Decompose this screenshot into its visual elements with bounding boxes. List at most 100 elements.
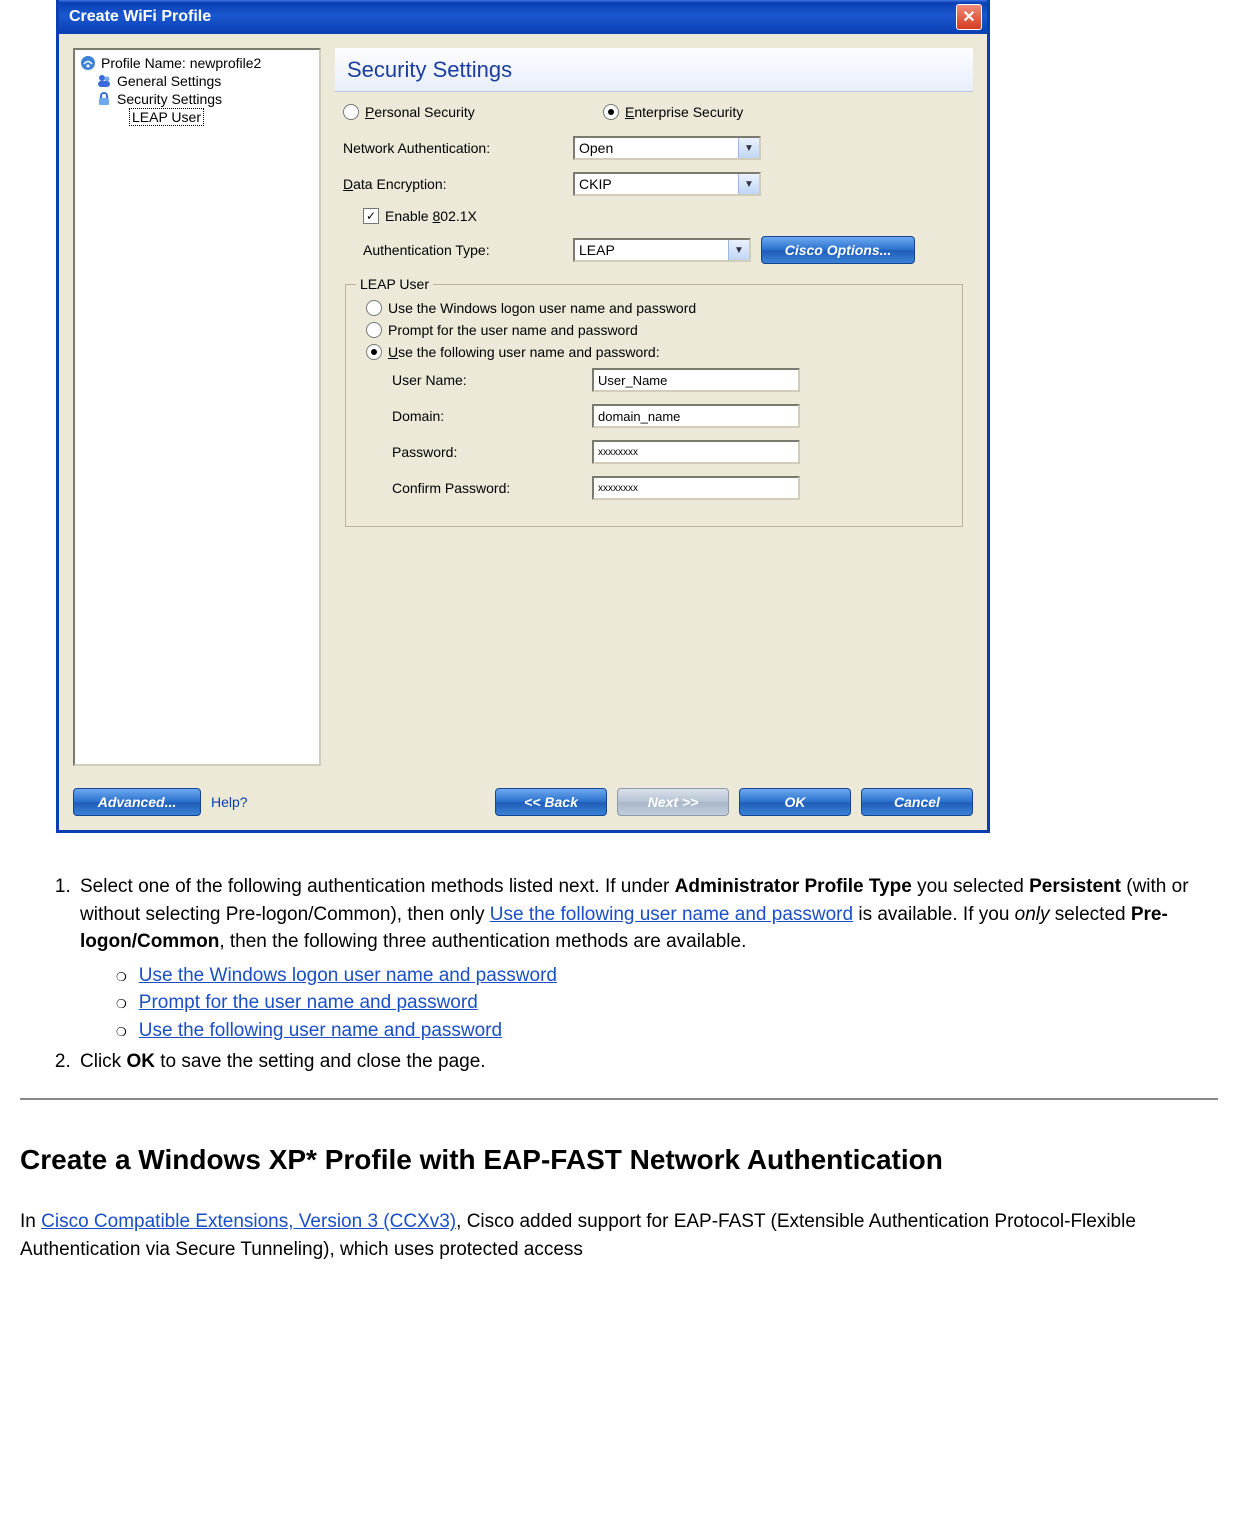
people-icon [95,73,113,89]
domain-input[interactable]: domain_name [592,404,800,428]
tree-label: General Settings [117,73,221,89]
leap-opt-prompt[interactable]: Prompt for the user name and password [356,322,952,338]
create-wifi-profile-dialog: Create WiFi Profile ✕ Profile Name: newp… [56,0,990,833]
confirm-password-label: Confirm Password: [392,480,592,496]
dialog-footer: Advanced... Help? << Back Next >> OK Can… [59,780,987,830]
tree-general-settings[interactable]: General Settings [77,72,317,90]
help-link[interactable]: Help? [211,794,248,810]
close-button[interactable]: ✕ [956,4,982,30]
ccxv3-link[interactable]: Cisco Compatible Extensions, Version 3 (… [41,1211,456,1232]
paragraph: In Cisco Compatible Extensions, Version … [20,1208,1218,1263]
close-icon: ✕ [962,7,975,27]
text: , then the following three authenticatio… [219,931,746,952]
radio-icon [603,104,619,120]
radio-icon [366,322,382,338]
section-header: Security Settings [335,48,973,92]
list-item: Use the following user name and password [116,1017,1218,1045]
button-label: OK [785,794,806,810]
window-title: Create WiFi Profile [69,8,956,26]
username-input[interactable]: User_Name [592,368,800,392]
cisco-options-button[interactable]: Cisco Options... [761,236,915,264]
network-auth-combo[interactable]: Open ▼ [573,136,761,160]
combo-value: Open [579,140,613,156]
sub-link-use-following[interactable]: Use the following user name and password [139,1020,502,1041]
radio-icon [343,104,359,120]
fieldset-legend: LEAP User [356,276,433,292]
text: is available. If you [853,904,1015,925]
document-body: Select one of the following authenticati… [0,873,1238,1264]
text: to save the setting and close the page. [155,1051,486,1072]
tree-label: Security Settings [117,91,222,107]
tree-label: LEAP User [129,108,204,126]
text: Click [80,1051,126,1072]
username-label: User Name: [392,372,592,388]
radio-label: Prompt for the user name and password [388,322,638,338]
title-bar[interactable]: Create WiFi Profile ✕ [59,0,987,34]
list-item: Prompt for the user name and password [116,989,1218,1017]
button-label: Advanced... [98,794,177,810]
radio-label: PPersonal Securityersonal Security [365,104,475,120]
text: Persistent [1029,876,1121,897]
text: Administrator Profile Type [675,876,912,897]
list-item: Click OK to save the setting and close t… [76,1048,1218,1076]
ok-button[interactable]: OK [739,788,851,816]
combo-value: CKIP [579,176,612,192]
data-encryption-label: DData Encryption:ata Encryption: [343,176,573,192]
text: only [1015,904,1050,925]
confirm-password-input[interactable]: xxxxxxxx [592,476,800,500]
input-value: User_Name [598,373,667,388]
sub-list: Use the Windows logon user name and pass… [80,962,1218,1045]
tree-security-settings[interactable]: Security Settings [77,90,317,108]
auth-type-combo[interactable]: LEAP ▼ [573,238,751,262]
password-input[interactable]: xxxxxxxx [592,440,800,464]
next-button[interactable]: Next >> [617,788,729,816]
password-label: Password: [392,444,592,460]
sub-link-prompt[interactable]: Prompt for the user name and password [139,992,478,1013]
tree-profile-name[interactable]: Profile Name: newprofile2 [77,54,317,72]
list-item: Select one of the following authenticati… [76,873,1218,1044]
enable-8021x-label: Enable 802.1XEnable 802.1X [385,208,477,224]
domain-label: Domain: [392,408,592,424]
advanced-button[interactable]: Advanced... [73,788,201,816]
use-following-link[interactable]: Use the following user name and password [490,904,853,925]
input-value: xxxxxxxx [598,447,638,458]
chevron-down-icon: ▼ [728,240,749,260]
cancel-button[interactable]: Cancel [861,788,973,816]
input-value: xxxxxxxx [598,483,638,494]
enterprise-security-radio[interactable]: EEnterprise Securitynterprise Security [603,104,743,120]
text: In [20,1211,41,1232]
step-list: Select one of the following authenticati… [20,873,1218,1076]
chevron-down-icon: ▼ [738,174,759,194]
personal-security-radio[interactable]: PPersonal Securityersonal Security [343,104,593,120]
input-value: domain_name [598,409,680,424]
data-encryption-combo[interactable]: CKIP ▼ [573,172,761,196]
tree-label: Profile Name: newprofile2 [101,55,261,71]
button-label: << Back [524,794,578,810]
text: Select one of the following authenticati… [80,876,675,897]
radio-label: Use the Windows logon user name and pass… [388,300,696,316]
profile-tree[interactable]: Profile Name: newprofile2 General Settin… [73,48,321,766]
sub-link-windows-logon[interactable]: Use the Windows logon user name and pass… [139,965,557,986]
combo-value: LEAP [579,242,615,258]
radio-label: Use the following user name and password… [388,344,660,360]
radio-icon [366,344,382,360]
text: selected [1050,904,1131,925]
text: OK [126,1051,155,1072]
security-settings-form: PPersonal Securityersonal Security EEnte… [335,92,973,766]
leap-opt-following[interactable]: Use the following user name and password… [356,344,952,360]
radio-label: EEnterprise Securitynterprise Security [625,104,743,120]
lock-icon [95,91,113,107]
button-label: Cancel [894,794,940,810]
leap-opt-windows-logon[interactable]: Use the Windows logon user name and pass… [356,300,952,316]
leap-user-group: LEAP User Use the Windows logon user nam… [345,276,963,527]
separator [20,1098,1218,1100]
enable-8021x-checkbox[interactable] [363,208,379,224]
radio-icon [366,300,382,316]
back-button[interactable]: << Back [495,788,607,816]
button-label: Next >> [648,794,699,810]
section-heading: Create a Windows XP* Profile with EAP-FA… [20,1140,1218,1181]
wifi-icon [79,55,97,71]
button-label: Cisco Options... [785,242,892,258]
tree-leap-user[interactable]: LEAP User [77,108,317,126]
chevron-down-icon: ▼ [738,138,759,158]
